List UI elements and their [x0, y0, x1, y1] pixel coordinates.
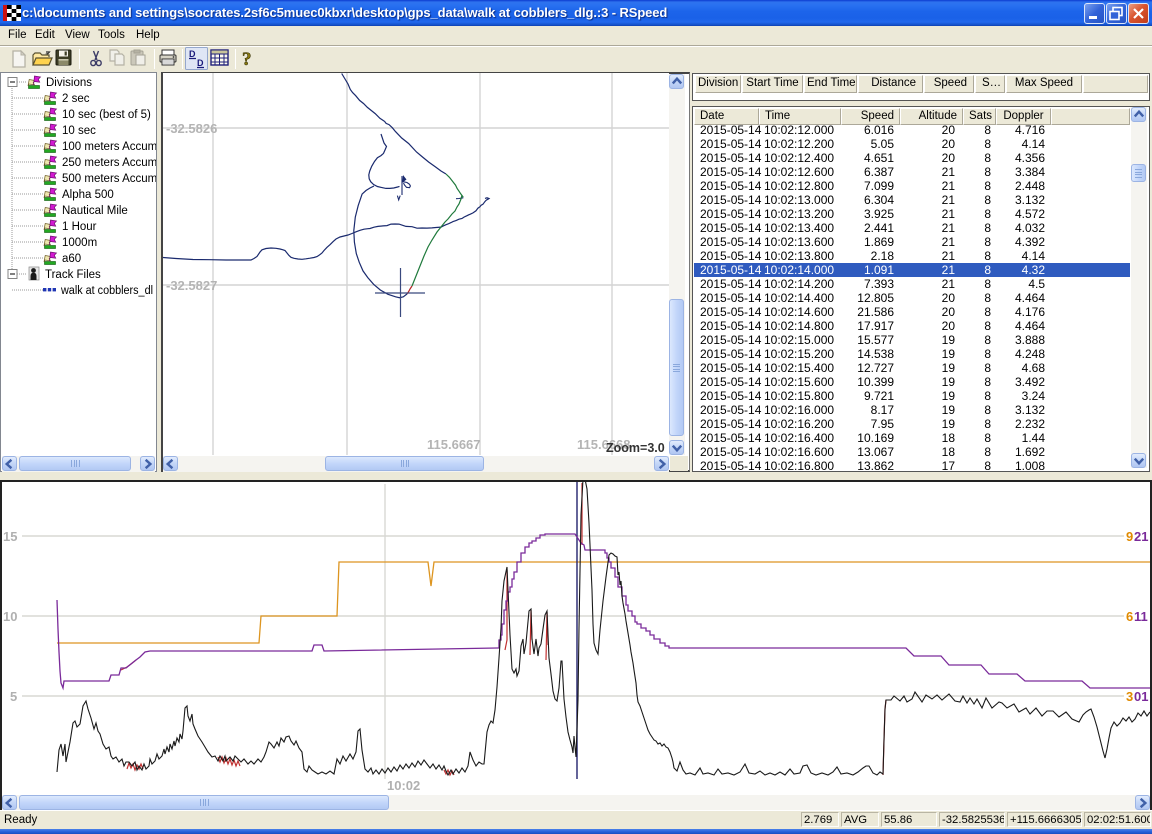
svg-text:100 meters Accum: 100 meters Accum — [62, 141, 156, 153]
svg-text:Zoom=3.0: Zoom=3.0 — [606, 441, 665, 455]
svg-text:D: D — [189, 49, 196, 59]
svg-text:1000m: 1000m — [62, 237, 97, 249]
svg-text:Nautical Mile: Nautical Mile — [62, 205, 128, 217]
svg-text:250 meters Accum: 250 meters Accum — [62, 157, 156, 169]
svg-text:Divisions: Divisions — [46, 77, 92, 89]
svg-text:2 sec: 2 sec — [62, 93, 90, 105]
svg-text:10 sec (best of 5): 10 sec (best of 5) — [62, 109, 151, 121]
svg-text:a60: a60 — [62, 253, 81, 265]
svg-text:10 sec: 10 sec — [62, 125, 96, 137]
svg-text:?: ? — [242, 49, 252, 70]
svg-text:9: 9 — [1126, 529, 1133, 544]
svg-text:-32.5827: -32.5827 — [166, 278, 217, 293]
svg-text:5: 5 — [10, 689, 17, 704]
svg-text:15: 15 — [3, 529, 17, 544]
svg-text:walk at cobblers_dl: walk at cobblers_dl — [60, 285, 153, 297]
svg-text:500 meters Accum: 500 meters Accum — [62, 173, 156, 185]
svg-text:11: 11 — [1134, 609, 1148, 624]
svg-text:D: D — [197, 58, 204, 68]
svg-text:115.6667: 115.6667 — [427, 437, 481, 452]
svg-text:10: 10 — [3, 609, 17, 624]
svg-text:-32.5826: -32.5826 — [166, 121, 217, 136]
svg-text:10:02: 10:02 — [387, 778, 420, 793]
svg-text:01: 01 — [1134, 689, 1148, 704]
svg-text:6: 6 — [1126, 609, 1133, 624]
svg-text:Alpha 500: Alpha 500 — [62, 189, 114, 201]
svg-text:Track Files: Track Files — [45, 269, 101, 281]
svg-text:3: 3 — [1126, 689, 1133, 704]
svg-text:21: 21 — [1134, 529, 1148, 544]
svg-text:1 Hour: 1 Hour — [62, 221, 97, 233]
